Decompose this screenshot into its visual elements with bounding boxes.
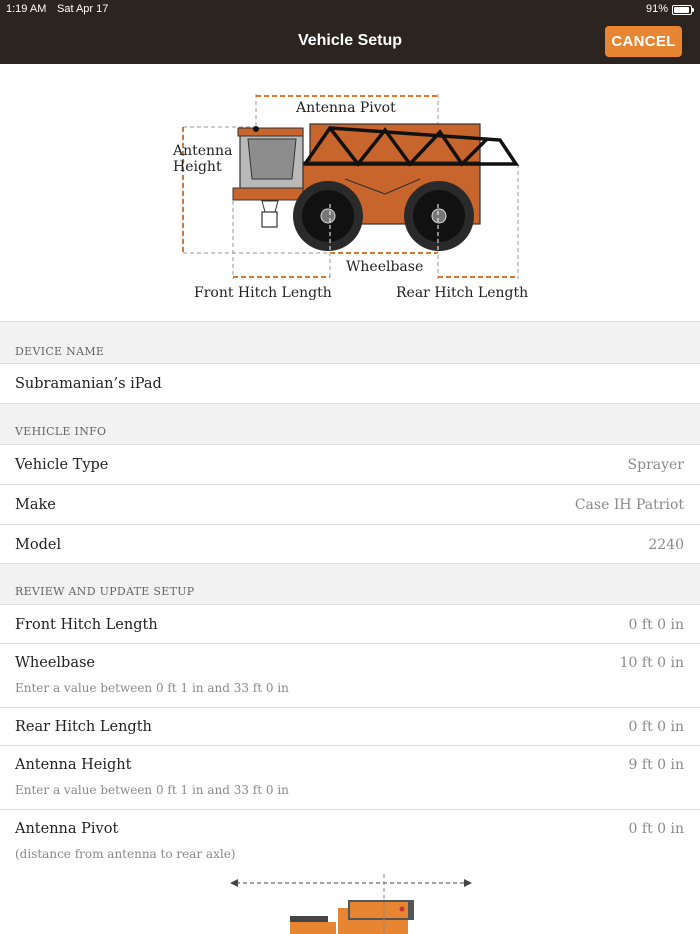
rear-hitch-length-label: Rear Hitch Length — [396, 285, 529, 301]
antenna-height-row[interactable]: Antenna Height 9 ft 0 in Enter a value b… — [0, 745, 700, 809]
antenna-pivot-diagram — [0, 862, 700, 934]
model-value: 2240 — [648, 537, 684, 553]
device-name-value: Subramanian’s iPad — [15, 376, 162, 392]
device-name-header: DEVICE NAME — [15, 345, 105, 358]
vehicle-type-value: Sprayer — [627, 457, 684, 473]
antenna-height-label-line2: Height — [173, 159, 222, 175]
antenna-height-value[interactable]: 9 ft 0 in — [629, 757, 684, 773]
vehicle-type-row[interactable]: Vehicle Type Sprayer — [0, 444, 700, 484]
status-time: 1:19 AM — [6, 3, 47, 15]
rear-hitch-value[interactable]: 0 ft 0 in — [629, 719, 684, 735]
wheelbase-label: Wheelbase — [15, 655, 95, 671]
antenna-pivot-row[interactable]: Antenna Pivot 0 ft 0 in (distance from a… — [0, 809, 700, 863]
status-bar: 1:19 AM Sat Apr 17 91% — [0, 0, 700, 20]
model-row[interactable]: Model 2240 — [0, 524, 700, 564]
rear-hitch-label: Rear Hitch Length — [15, 719, 152, 735]
antenna-pivot-value[interactable]: 0 ft 0 in — [629, 821, 684, 837]
vehicle-type-label: Vehicle Type — [15, 457, 109, 473]
antenna-height-hint: Enter a value between 0 ft 1 in and 33 f… — [15, 783, 289, 797]
device-name-row[interactable]: Subramanian’s iPad — [0, 363, 700, 404]
top-view-vehicle-illustration — [230, 874, 472, 934]
antenna-pivot-label: Antenna Pivot — [296, 100, 396, 116]
make-row[interactable]: Make Case IH Patriot — [0, 484, 700, 524]
front-hitch-row[interactable]: Front Hitch Length 0 ft 0 in — [0, 604, 700, 643]
battery-icon — [672, 5, 694, 15]
front-hitch-value[interactable]: 0 ft 0 in — [629, 617, 684, 633]
antenna-height-label-line1: Antenna — [173, 143, 233, 159]
front-hitch-length-label: Front Hitch Length — [194, 285, 332, 301]
status-date: Sat Apr 17 — [57, 3, 109, 15]
nav-bar: Vehicle Setup CANCEL — [0, 20, 700, 64]
wheelbase-row[interactable]: Wheelbase 10 ft 0 in Enter a value betwe… — [0, 643, 700, 707]
wheelbase-label: Wheelbase — [346, 259, 424, 275]
front-hitch-label: Front Hitch Length — [15, 617, 158, 633]
page-title: Vehicle Setup — [297, 32, 403, 49]
make-label: Make — [15, 497, 56, 513]
rear-hitch-row[interactable]: Rear Hitch Length 0 ft 0 in — [0, 707, 700, 745]
make-value: Case IH Patriot — [574, 497, 684, 513]
cancel-button[interactable]: CANCEL — [605, 26, 682, 57]
antenna-pivot-label: Antenna Pivot — [15, 821, 119, 837]
wheelbase-value[interactable]: 10 ft 0 in — [620, 655, 684, 671]
antenna-height-label: Antenna Height — [15, 757, 132, 773]
model-label: Model — [15, 537, 62, 553]
setup-header: REVIEW AND UPDATE SETUP — [15, 585, 195, 598]
antenna-pivot-hint: (distance from antenna to rear axle) — [15, 847, 236, 861]
vehicle-diagram: Antenna Pivot Antenna Height Wheelbase F… — [0, 64, 700, 322]
battery-percentage: 91% — [645, 3, 668, 15]
wheelbase-hint: Enter a value between 0 ft 1 in and 33 f… — [15, 681, 289, 695]
vehicle-info-header: VEHICLE INFO — [15, 425, 107, 438]
